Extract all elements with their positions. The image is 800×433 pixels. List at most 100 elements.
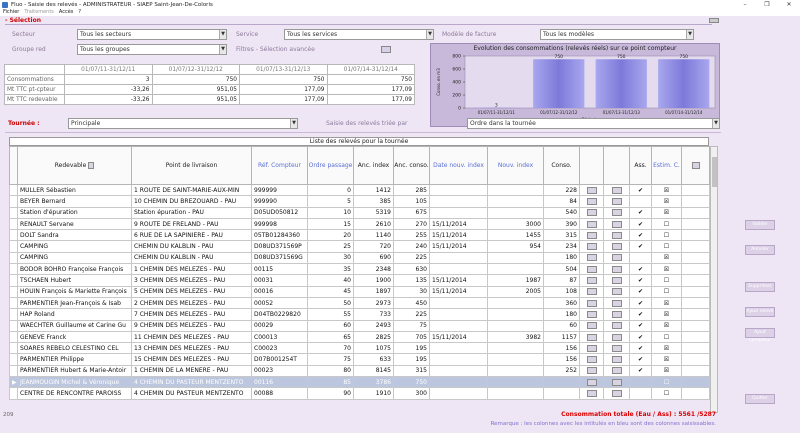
edit-icon[interactable] xyxy=(611,344,622,352)
valider-button[interactable]: Valider xyxy=(745,220,775,230)
table-row[interactable]: HAP Roland 7 CHEMIN DES MELEZES - PAU D04T… xyxy=(9,308,710,321)
cell-point-livraison[interactable]: CHEMIN DU KALBLIN - PAU xyxy=(131,240,252,253)
table-row[interactable]: CAMPING CHEMIN DU KALBLIN - PAU D08UD37156… xyxy=(9,240,710,253)
cell-nouv-index[interactable] xyxy=(487,342,544,355)
menu-help[interactable]: ? xyxy=(78,9,81,16)
cell-conso[interactable]: 252 xyxy=(543,364,580,378)
cell-ass[interactable] xyxy=(629,195,652,208)
scrollbar-thumb[interactable] xyxy=(712,157,717,187)
cell-estim[interactable]: ☒ xyxy=(651,206,682,219)
cell-ordre-passage[interactable]: 40 xyxy=(307,274,354,287)
modele-select[interactable]: Tous les modèles ▼ xyxy=(540,29,694,40)
detail-icon[interactable] xyxy=(586,389,597,397)
cell-redevable[interactable]: BEYER Bernard xyxy=(17,195,132,208)
cell-ordre-passage[interactable]: 60 xyxy=(307,319,354,332)
cell-nouv-index[interactable] xyxy=(487,296,544,310)
cell-anc-conso[interactable]: 75 xyxy=(393,319,430,332)
cell-conso[interactable]: 234 xyxy=(543,240,580,253)
detail-icon[interactable] xyxy=(586,288,597,296)
cell-anc-conso[interactable]: 255 xyxy=(393,229,430,242)
cell-date-nouv-index[interactable]: 15/11/2014 xyxy=(429,229,488,242)
cell-ref-compteur[interactable]: C00013 xyxy=(251,330,308,344)
cell-anc-index[interactable]: 2610 xyxy=(353,217,394,231)
cell-estim[interactable]: ☒ xyxy=(651,183,682,197)
col-conso[interactable]: Conso. xyxy=(543,146,580,185)
cell-ordre-passage[interactable]: 25 xyxy=(307,240,354,253)
cell-redevable[interactable]: CAMPING xyxy=(17,251,132,265)
edit-icon[interactable] xyxy=(611,277,622,285)
cell-ordre-passage[interactable]: 10 xyxy=(307,206,354,219)
cell-date-nouv-index[interactable] xyxy=(429,195,488,208)
detail-icon[interactable] xyxy=(586,378,597,386)
cell-redevable[interactable]: DOLT Sandra xyxy=(17,229,132,242)
tri-select[interactable]: Ordre dans la tournée ▼ xyxy=(467,118,720,129)
cell-date-nouv-index[interactable] xyxy=(429,183,488,197)
cell-estim[interactable]: ☒ xyxy=(651,263,682,276)
detail-icon[interactable] xyxy=(586,265,597,273)
collapse-section-button[interactable] xyxy=(709,18,719,23)
cell-anc-index[interactable]: 1412 xyxy=(353,183,394,197)
col-anc-conso[interactable]: Anc. conso. xyxy=(393,146,430,185)
cell-ref-compteur[interactable]: 999990 xyxy=(251,195,308,208)
edit-icon[interactable] xyxy=(611,378,622,386)
cell-nouv-index[interactable]: 954 xyxy=(487,240,544,253)
cell-ordre-passage[interactable]: 20 xyxy=(307,229,354,242)
cell-date-nouv-index[interactable] xyxy=(429,206,488,219)
detail-icon[interactable] xyxy=(586,254,597,262)
detail-icon[interactable] xyxy=(586,277,597,285)
table-row[interactable]: WAECHTER Guillaume et Carine Gu 9 CHEMIN … xyxy=(9,319,710,332)
cell-conso[interactable]: 87 xyxy=(543,274,580,287)
cell-ordre-passage[interactable]: 55 xyxy=(307,308,354,321)
cell-ass[interactable]: ✔ xyxy=(629,263,652,276)
cell-nouv-index[interactable] xyxy=(487,206,544,219)
cell-point-livraison[interactable]: CHEMIN DU KALBLIN - PAU xyxy=(131,251,252,265)
quitter-button[interactable]: Quitter xyxy=(745,394,775,404)
col-redevable[interactable]: Redevable xyxy=(17,146,132,185)
detail-icon[interactable] xyxy=(586,243,597,251)
cell-date-nouv-index[interactable] xyxy=(429,308,488,321)
cell-anc-index[interactable]: 720 xyxy=(353,240,394,253)
cell-point-livraison[interactable]: 1 CHEMIN DE LA MENERE - PAU xyxy=(131,364,252,378)
cell-redevable[interactable]: PARMENTIER Jean-François & Isab xyxy=(17,296,132,310)
table-row[interactable]: Station d'épuration Station épuration - P… xyxy=(9,206,710,219)
ajout-releve-button[interactable]: Ajout relevé xyxy=(745,307,775,317)
cell-anc-index[interactable]: 3786 xyxy=(353,376,394,389)
edit-icon[interactable] xyxy=(611,310,622,318)
cell-ref-compteur[interactable]: 00115 xyxy=(251,263,308,276)
cell-anc-conso[interactable]: 135 xyxy=(393,274,430,287)
cell-conso[interactable]: 84 xyxy=(543,195,580,208)
secteur-select[interactable]: Tous les secteurs ▼ xyxy=(77,29,227,40)
cell-estim[interactable]: ☒ xyxy=(651,296,682,310)
cell-ass[interactable]: ✔ xyxy=(629,342,652,355)
cell-anc-conso[interactable]: 105 xyxy=(393,195,430,208)
cell-ref-compteur[interactable]: 00116 xyxy=(251,376,308,389)
cell-redevable[interactable]: RENAULT Servane xyxy=(17,217,132,231)
cell-conso[interactable]: 180 xyxy=(543,251,580,265)
cell-ass[interactable] xyxy=(629,376,652,389)
cell-redevable[interactable]: CENTRE DE RENCONTRE PAROISS xyxy=(17,387,132,400)
cell-ordre-passage[interactable]: 30 xyxy=(307,251,354,265)
cell-ref-compteur[interactable]: D08UD371569P xyxy=(251,240,308,253)
cell-redevable[interactable]: MULLER Sébastien xyxy=(17,183,132,197)
table-row[interactable]: ▶ JEANMOUGIN Michel & Véronique 4 CHEMIN D… xyxy=(9,376,710,389)
cell-ass[interactable]: ✔ xyxy=(629,308,652,321)
cell-point-livraison[interactable]: 9 CHEMIN DES MELEZES - PAU xyxy=(131,319,252,332)
cell-ass[interactable]: ✔ xyxy=(629,296,652,310)
cell-anc-index[interactable]: 733 xyxy=(353,308,394,321)
cell-redevable[interactable]: CAMPING xyxy=(17,240,132,253)
cell-anc-index[interactable]: 1900 xyxy=(353,274,394,287)
cell-ass[interactable] xyxy=(629,251,652,265)
cell-date-nouv-index[interactable]: 15/11/2014 xyxy=(429,240,488,253)
cell-anc-index[interactable]: 2825 xyxy=(353,330,394,344)
cell-anc-index[interactable]: 1075 xyxy=(353,342,394,355)
cell-conso[interactable]: 156 xyxy=(543,342,580,355)
cell-nouv-index[interactable]: 1987 xyxy=(487,274,544,287)
cell-nouv-index[interactable]: 2005 xyxy=(487,285,544,298)
cell-point-livraison[interactable]: 1 ROUTE DE SAINT-MARIE-AUX-MIN xyxy=(131,183,252,197)
edit-icon[interactable] xyxy=(611,389,622,397)
detail-icon[interactable] xyxy=(586,356,597,364)
edit-icon[interactable] xyxy=(611,356,622,364)
cell-anc-index[interactable]: 2973 xyxy=(353,296,394,310)
detail-icon[interactable] xyxy=(586,333,597,341)
cell-conso[interactable] xyxy=(543,387,580,400)
